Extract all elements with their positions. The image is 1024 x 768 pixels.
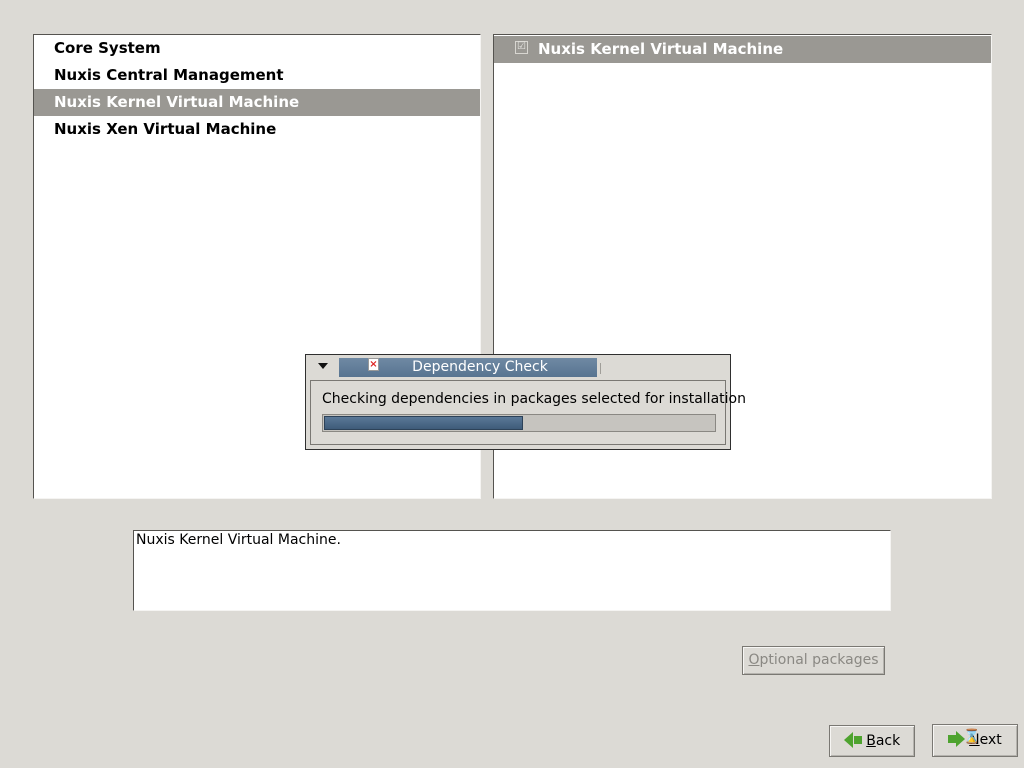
back-arrow-tail [853, 736, 862, 744]
package-item-label: Nuxis Kernel Virtual Machine [538, 40, 784, 58]
package-item-nuxis-kernel-virtual-machine[interactable]: ☑ Nuxis Kernel Virtual Machine [494, 36, 991, 63]
group-description: Nuxis Kernel Virtual Machine. [133, 530, 891, 611]
description-text: Nuxis Kernel Virtual Machine. [136, 532, 341, 548]
dialog-title-text: Dependency Check [412, 359, 548, 375]
group-item-label: Nuxis Central Management [54, 66, 284, 84]
button-label: ptional packages [759, 652, 879, 668]
next-arrow-tail [948, 735, 957, 743]
group-item-label: Core System [54, 39, 161, 57]
optional-packages-button[interactable]: Optional packages [742, 646, 885, 675]
back-arrow-icon [843, 732, 853, 748]
mnemonic: B [866, 733, 876, 749]
dialog-body: Checking dependencies in packages select… [310, 380, 746, 445]
button-label: ack [875, 733, 901, 749]
titlebar-separator [600, 363, 601, 374]
group-item-label: Nuxis Xen Virtual Machine [54, 120, 277, 138]
package-checkbox-icon[interactable]: ☑ [515, 41, 528, 54]
group-item-label: Nuxis Kernel Virtual Machine [54, 93, 300, 111]
dependency-progress-bar [322, 414, 716, 432]
dialog-titlebar[interactable]: Dependency Check × [306, 355, 730, 379]
dependency-check-dialog: Dependency Check × Checking dependencies… [305, 354, 746, 450]
group-item-nuxis-kernel-virtual-machine[interactable]: Nuxis Kernel Virtual Machine [34, 89, 480, 116]
button-label: ext [979, 732, 1002, 748]
window-menu-arrow-icon[interactable] [318, 363, 328, 369]
group-item-core-system[interactable]: Core System [34, 35, 480, 62]
group-item-nuxis-central-management[interactable]: Nuxis Central Management [34, 62, 480, 89]
progress-fill [324, 416, 523, 430]
x-document-icon: × [368, 358, 379, 371]
group-item-nuxis-xen-virtual-machine[interactable]: Nuxis Xen Virtual Machine [34, 116, 480, 143]
back-button[interactable]: Back [829, 725, 915, 757]
dependency-message: Checking dependencies in packages select… [322, 391, 746, 407]
mnemonic: O [748, 652, 760, 668]
busy-cursor-icon: ⌛ [963, 729, 981, 745]
